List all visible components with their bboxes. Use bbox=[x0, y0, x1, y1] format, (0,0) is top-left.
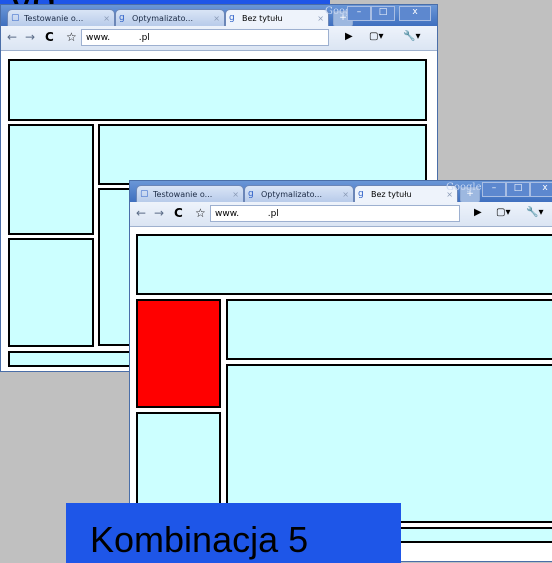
close-tab-icon[interactable]: × bbox=[103, 10, 110, 26]
tab-label: Optymalizato... bbox=[261, 190, 323, 199]
page-icon: ▢ bbox=[11, 13, 20, 23]
back-arrow-icon[interactable]: ← bbox=[136, 206, 146, 220]
layout-left-bottom-block bbox=[8, 238, 94, 347]
google-g-icon: g bbox=[358, 189, 364, 199]
google-g-icon: g bbox=[248, 189, 254, 199]
layout-header-block bbox=[8, 59, 427, 121]
star-icon[interactable]: ☆ bbox=[66, 30, 77, 44]
maximize-button[interactable]: □ bbox=[371, 6, 395, 21]
slide-caption: Kombinacja 5 bbox=[66, 503, 401, 563]
layout-content-block bbox=[226, 364, 552, 523]
star-icon[interactable]: ☆ bbox=[195, 206, 206, 220]
close-window-button[interactable]: x bbox=[530, 182, 552, 197]
tab-optymalizator[interactable]: g Optymalizato... × bbox=[244, 185, 354, 202]
page-icon: ▢ bbox=[140, 189, 149, 199]
tab-optymalizator[interactable]: g Optymalizato... × bbox=[115, 9, 225, 26]
forward-arrow-icon[interactable]: → bbox=[25, 30, 35, 44]
layout-header-block bbox=[136, 234, 552, 295]
tab-label: Bez tytułu bbox=[371, 190, 412, 199]
page-menu-icon[interactable]: ▢▾ bbox=[369, 30, 383, 44]
tab-testowanie[interactable]: ▢ Testowanie o... × bbox=[136, 185, 244, 202]
navigation-toolbar: ← → C ☆ www. .pl ▶ ▢▾ 🔧▾ bbox=[130, 202, 552, 227]
slide-caption-text: Kombinacja 5 bbox=[90, 519, 309, 560]
address-bar[interactable]: www. .pl bbox=[210, 205, 460, 222]
tab-label: Testowanie o... bbox=[153, 190, 213, 199]
address-bar[interactable]: www. .pl bbox=[81, 29, 329, 46]
google-g-icon: g bbox=[229, 13, 235, 23]
tab-strip: ▢ Testowanie o... × g Optymalizato... × … bbox=[130, 181, 552, 203]
minimize-button[interactable]: – bbox=[482, 182, 506, 197]
close-tab-icon[interactable]: × bbox=[232, 186, 239, 202]
layout-left-top-block-highlighted bbox=[136, 299, 221, 408]
go-icon[interactable]: ▶ bbox=[474, 206, 482, 220]
google-g-icon: g bbox=[119, 13, 125, 23]
maximize-button[interactable]: □ bbox=[506, 182, 530, 197]
tools-menu-icon[interactable]: 🔧▾ bbox=[526, 206, 543, 220]
tab-testowanie[interactable]: ▢ Testowanie o... × bbox=[7, 9, 115, 26]
reload-icon[interactable]: C bbox=[174, 206, 183, 220]
layout-left-top-block bbox=[8, 124, 94, 235]
tab-label: Optymalizato... bbox=[132, 14, 194, 23]
tab-strip: ▢ Testowanie o... × g Optymalizato... × … bbox=[1, 5, 437, 27]
close-tab-icon[interactable]: × bbox=[317, 10, 324, 26]
back-arrow-icon[interactable]: ← bbox=[7, 30, 17, 44]
reload-icon[interactable]: C bbox=[45, 30, 54, 44]
tab-label: Testowanie o... bbox=[24, 14, 84, 23]
forward-arrow-icon[interactable]: → bbox=[154, 206, 164, 220]
layout-nav-block bbox=[98, 124, 427, 185]
tab-bez-tytulu[interactable]: g Bez tytułu × bbox=[225, 9, 329, 26]
google-brand: Google bbox=[446, 182, 482, 193]
close-tab-icon[interactable]: × bbox=[342, 186, 349, 202]
tab-bez-tytulu[interactable]: g Bez tytułu × bbox=[354, 185, 458, 202]
tab-label: Bez tytułu bbox=[242, 14, 283, 23]
minimize-button[interactable]: – bbox=[347, 6, 371, 21]
go-icon[interactable]: ▶ bbox=[345, 30, 353, 44]
close-tab-icon[interactable]: × bbox=[213, 10, 220, 26]
tools-menu-icon[interactable]: 🔧▾ bbox=[403, 30, 420, 44]
navigation-toolbar: ← → C ☆ www. .pl ▶ ▢▾ 🔧▾ bbox=[1, 26, 437, 51]
close-window-button[interactable]: x bbox=[399, 6, 431, 21]
page-menu-icon[interactable]: ▢▾ bbox=[496, 206, 510, 220]
layout-nav-block bbox=[226, 299, 552, 360]
